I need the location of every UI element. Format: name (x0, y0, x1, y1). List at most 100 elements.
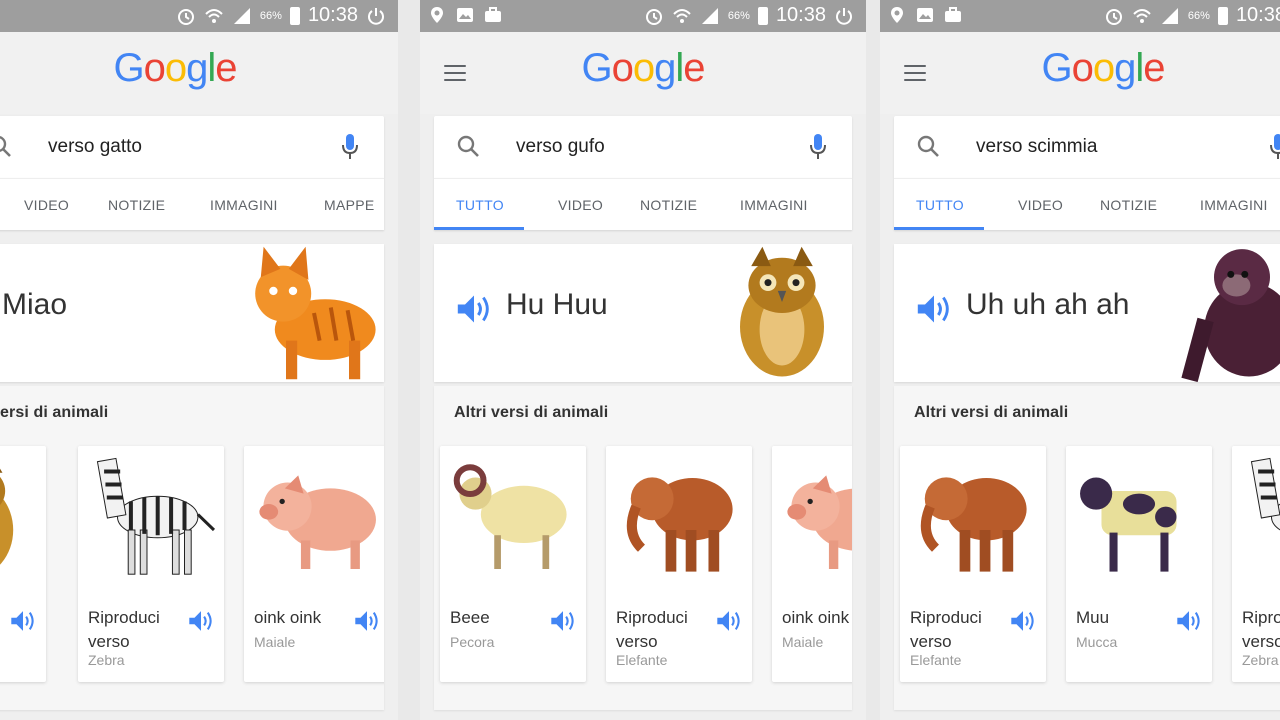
clock-time: 10:38 (775, 4, 826, 26)
sound-answer-card: Miao (0, 244, 384, 382)
more-animal-sounds-card: Altri versi di animali Riproduci verso Ele… (894, 386, 1280, 710)
signal-icon (701, 7, 718, 24)
animal-card-elephant[interactable]: Riproduci verso Elefante (606, 446, 752, 682)
clock-time: 10:38 (307, 4, 358, 26)
animal-card-label: Riproduci verso (910, 608, 982, 651)
battery-icon (1217, 6, 1228, 25)
search-input[interactable]: verso gatto (48, 136, 142, 158)
speaker-icon[interactable] (1176, 610, 1202, 632)
google-logo-letter: e (215, 46, 237, 90)
status-bar-right: 66% 10:38 (644, 4, 854, 27)
alarm-icon (645, 8, 662, 25)
search-icon (917, 135, 939, 157)
speaker-icon[interactable] (10, 610, 36, 632)
speaker-icon[interactable] (716, 610, 742, 632)
sheep-image (453, 464, 567, 569)
animal-card-pig[interactable]: oink oink Maiale (772, 446, 852, 682)
tab-notizie[interactable]: NOTIZIE (1100, 179, 1157, 230)
search-input[interactable]: verso gufo (516, 136, 605, 158)
battery-icon (289, 6, 300, 25)
search-input[interactable]: verso scimmia (976, 136, 1097, 158)
app-header: Google (880, 32, 1280, 114)
cat-image (255, 246, 376, 380)
wifi-icon (205, 8, 223, 23)
speaker-icon[interactable] (188, 610, 214, 632)
animal-sound-text: Miao (2, 288, 68, 321)
search-box[interactable]: verso gatto (0, 116, 384, 178)
sound-answer-card: Uh uh ah ah (894, 244, 1280, 382)
active-tab-indicator (434, 227, 524, 230)
tab-immagini[interactable]: IMMAGINI (1200, 179, 1268, 230)
owl-image (0, 468, 14, 565)
tab-tutto[interactable]: TUTTO (456, 179, 504, 230)
google-logo: Google (0, 46, 398, 91)
battery-percent: 66% (1187, 9, 1210, 22)
tab-immagini[interactable]: IMMAGINI (210, 179, 278, 230)
cow-image (1080, 477, 1177, 572)
tab-video[interactable]: VIDEO (558, 179, 603, 230)
animal-card-zebra[interactable]: Riproduci versoZebra (78, 446, 224, 682)
google-logo-letter: G (1041, 46, 1072, 90)
animal-card-name: Elefante (910, 652, 962, 668)
wifi-icon (673, 8, 691, 23)
more-animal-sounds-title: Altri versi di animali (454, 404, 609, 421)
animal-card-label: Riproduci verso (616, 608, 688, 651)
google-logo-letter: g (186, 46, 208, 90)
google-logo-letter: e (683, 46, 705, 90)
speaker-icon[interactable] (456, 294, 492, 324)
search-tabs: TUTTOVIDEONOTIZIEIMMAGINIMAPPE (0, 178, 384, 230)
animal-card-pig[interactable]: oink oink Maiale (244, 446, 384, 682)
search-tabs: TUTTOVIDEONOTIZIEIMMAGINIMAPPE (434, 178, 852, 230)
screens-container: 66%10:38Googleverso gattoTUTTOVIDEONOTIZ… (0, 0, 1280, 720)
google-logo-letter: l (207, 46, 216, 90)
animal-card-name: Elefante (616, 652, 668, 668)
animal-card-zebra[interactable]: Riproduci versoZebra (1232, 446, 1280, 682)
location-icon (431, 7, 443, 23)
phone-screen-2: 66% 10:38 Google verso gufo TUTTO VIDEO NOTIZI… (420, 0, 866, 720)
tab-notizie[interactable]: NOTIZIE (108, 179, 165, 230)
more-animal-sounds-card: Altri versi di animali Beee Pecora Riproduc… (434, 386, 852, 710)
elephant-image (626, 477, 733, 572)
speaker-icon[interactable] (550, 610, 576, 632)
google-logo-letter: l (675, 46, 684, 90)
animal-card-name: Pecora (450, 634, 495, 650)
google-logo-letter: o (632, 46, 655, 90)
power-icon (836, 7, 852, 25)
google-logo-letter: o (1092, 46, 1115, 90)
animal-card-elephant[interactable]: Riproduci verso Elefante (900, 446, 1046, 682)
tab-mappe[interactable]: MAPPE (324, 179, 375, 230)
tab-immagini[interactable]: IMMAGINI (740, 179, 808, 230)
tab-notizie[interactable]: NOTIZIE (640, 179, 697, 230)
tab-tutto[interactable]: TUTTO (916, 179, 964, 230)
phone-screen-1: 66%10:38Googleverso gattoTUTTOVIDEONOTIZ… (0, 0, 398, 720)
google-logo: Google (880, 46, 1280, 91)
status-bar-left-icons (888, 6, 962, 24)
search-box[interactable]: verso scimmia (894, 116, 1280, 178)
google-logo: Google (420, 46, 866, 91)
animal-card-cow[interactable]: Muu Mucca (1066, 446, 1212, 682)
search-icon (0, 136, 11, 157)
animal-card-label: Riproduci verso (88, 608, 160, 651)
microphone-icon[interactable] (808, 133, 828, 161)
owl-image (740, 246, 824, 377)
animal-card-owl[interactable]: Hu HuuGufo (0, 446, 46, 682)
pig-image (259, 475, 376, 569)
search-box[interactable]: verso gufo (434, 116, 852, 178)
more-animal-sounds-card: Altri versi di animali Hu HuuGufo Riproduc… (0, 386, 384, 710)
tab-video[interactable]: VIDEO (24, 179, 69, 230)
animal-card-label: oink oink (254, 608, 322, 627)
speaker-icon[interactable] (1010, 610, 1036, 632)
animal-card-label: Muu (1076, 608, 1110, 627)
google-logo-letter: e (1143, 46, 1165, 90)
speaker-icon[interactable] (916, 294, 952, 324)
status-bar-right: 66% 10:38 (1104, 4, 1280, 27)
tab-video[interactable]: VIDEO (1018, 179, 1063, 230)
elephant-image (920, 477, 1027, 572)
image-icon (917, 8, 933, 22)
google-logo-letter: o (164, 46, 187, 90)
speaker-icon[interactable] (354, 610, 380, 632)
animal-card-sheep[interactable]: Beee Pecora (440, 446, 586, 682)
microphone-icon[interactable] (340, 133, 360, 161)
microphone-icon[interactable] (1268, 133, 1280, 161)
animal-card-name: Mucca (1076, 634, 1118, 650)
